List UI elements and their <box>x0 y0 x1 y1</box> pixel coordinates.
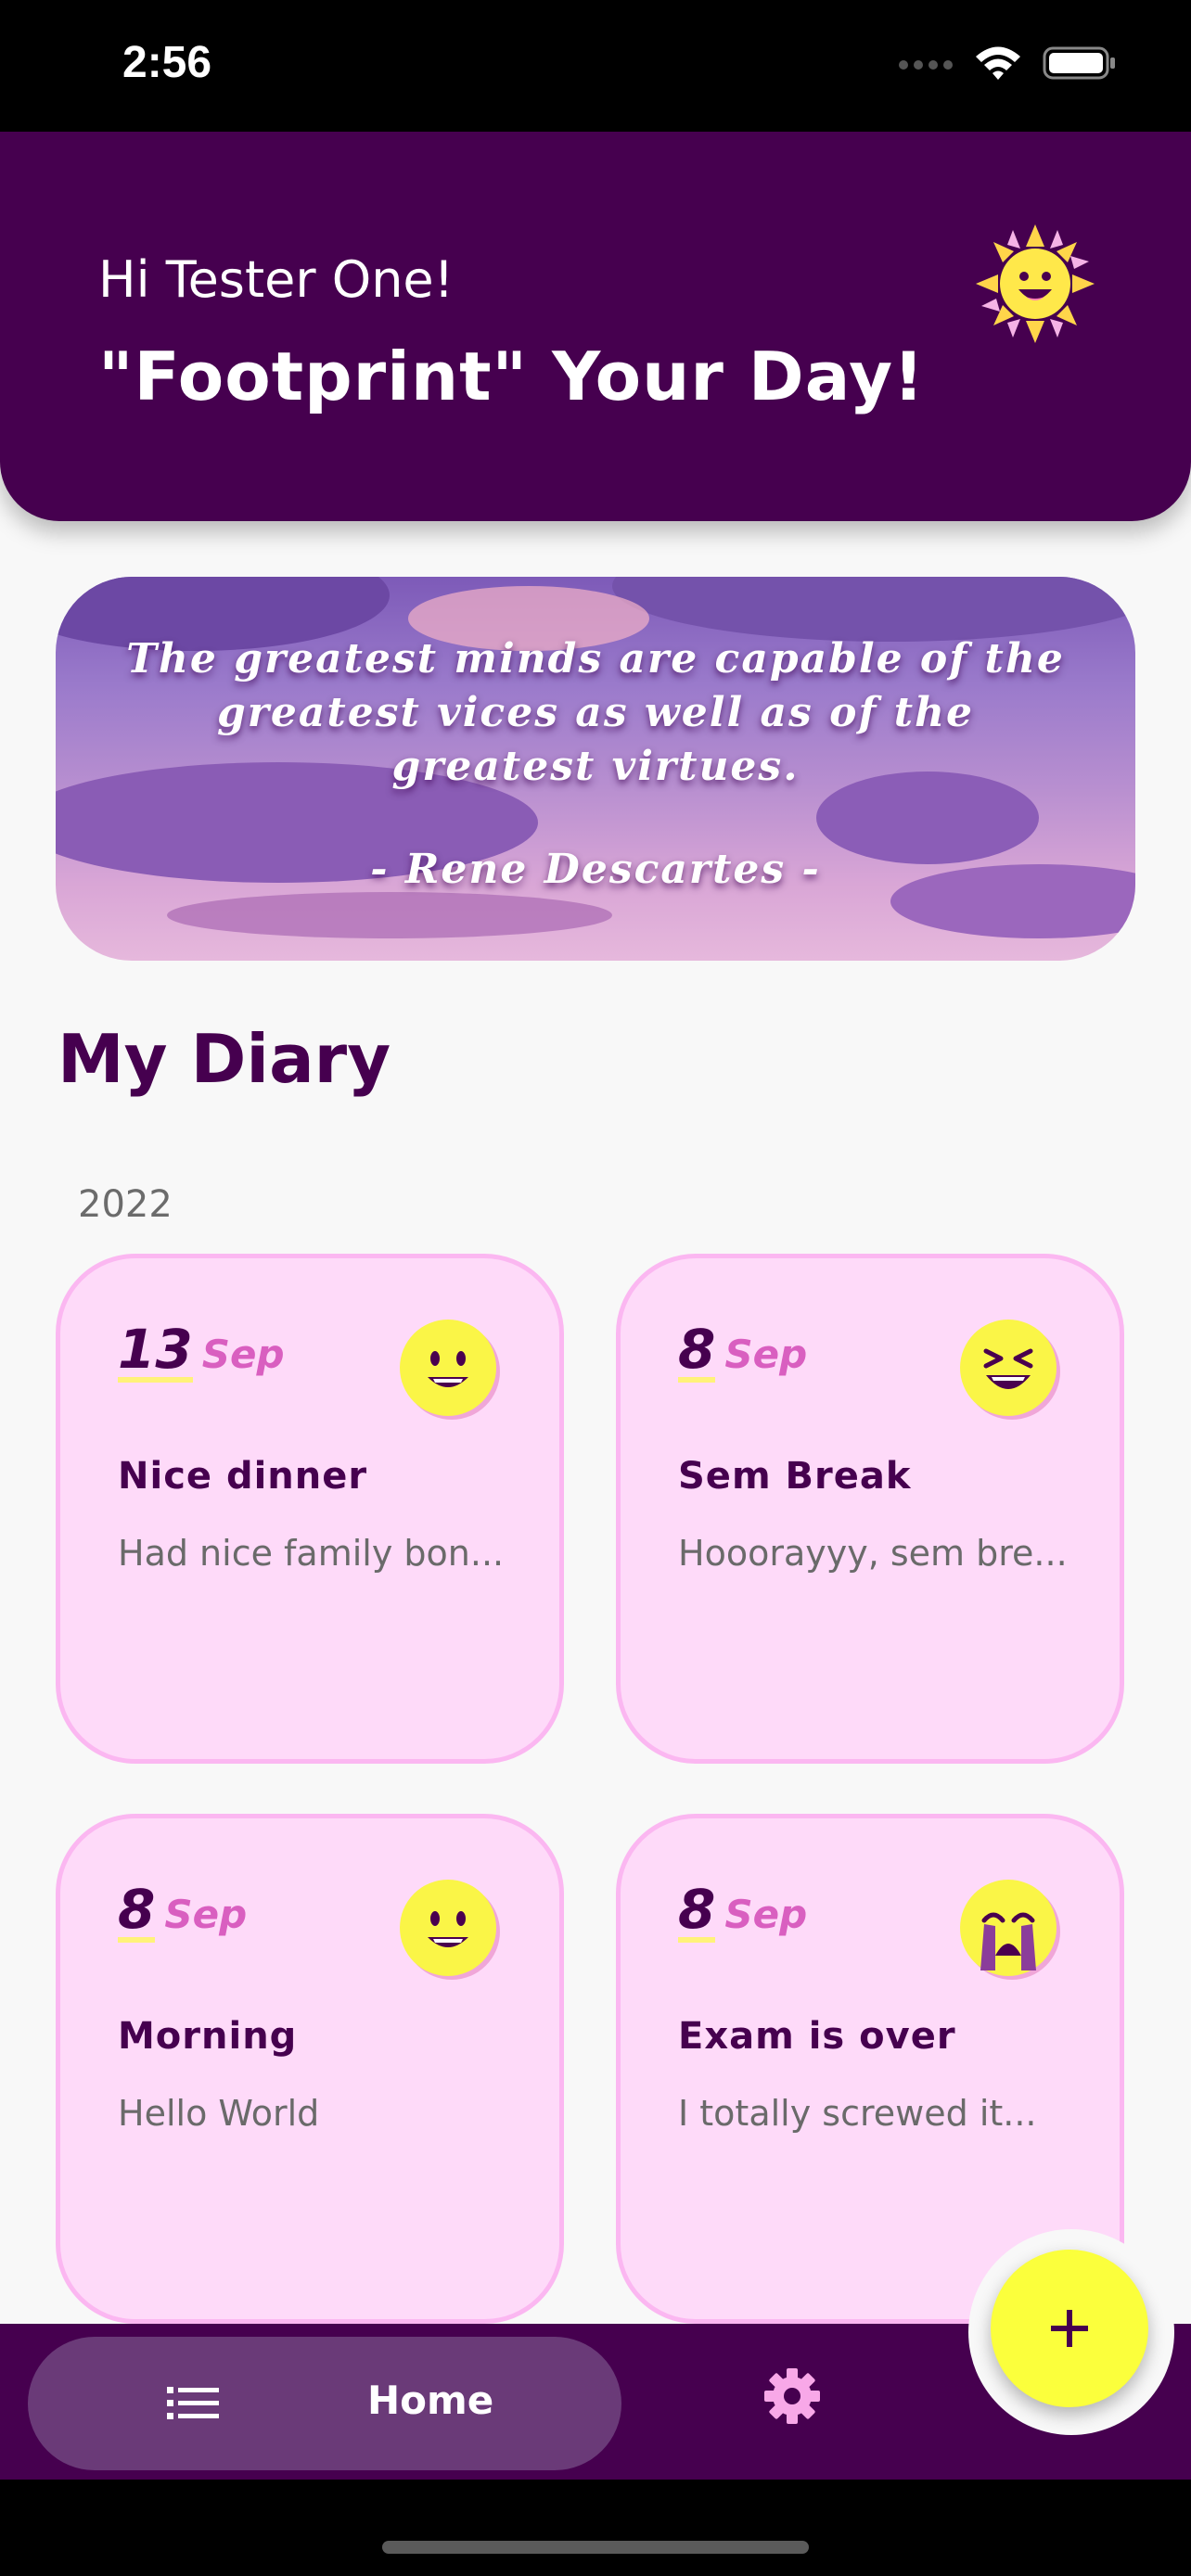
home-indicator[interactable] <box>382 2541 809 2554</box>
date-month: Sep <box>724 1892 808 1937</box>
sun-icon <box>976 224 1095 343</box>
signal-icon <box>899 60 953 70</box>
card-preview: Had nice family bon... <box>118 1533 505 1574</box>
card-title: Nice dinner <box>118 1455 368 1498</box>
gear-icon[interactable] <box>761 2365 824 2428</box>
card-preview: Hello World <box>118 2093 320 2134</box>
card-date: 8 Sep <box>118 1878 248 1943</box>
diary-card[interactable]: 13 Sep Nice dinner Had nice family bon..… <box>56 1254 564 1764</box>
diary-card[interactable]: 8 Sep Morning Hello World <box>56 1814 564 2324</box>
cloud-decoration <box>167 892 612 938</box>
battery-icon <box>1043 46 1115 80</box>
crying-emoji-icon <box>960 1880 1060 1980</box>
home-bar-area <box>0 2480 1191 2576</box>
plus-icon <box>1051 2310 1088 2347</box>
section-title: My Diary <box>58 1020 391 1098</box>
date-month: Sep <box>201 1332 285 1377</box>
date-month: Sep <box>724 1332 808 1377</box>
date-day: 8 <box>678 1878 716 1943</box>
smile-emoji-icon <box>400 1880 500 1980</box>
diary-card[interactable]: 8 Sep Sem Break Hooorayyy, sem bre... <box>616 1254 1124 1764</box>
quote-author: - Rene Descartes - <box>370 846 821 893</box>
quote-banner: The greatest minds are capable of the gr… <box>56 577 1135 961</box>
card-date: 8 Sep <box>678 1878 808 1943</box>
status-icons <box>898 45 1117 82</box>
quote-text: The greatest minds are capable of the gr… <box>126 635 1065 790</box>
greeting: Hi Tester One! <box>98 250 455 309</box>
card-title: Morning <box>118 2015 298 2058</box>
nav-home-label: Home <box>367 2378 494 2423</box>
nav-home-tab[interactable]: Home <box>28 2337 621 2470</box>
date-day: 13 <box>118 1318 193 1383</box>
wifi-icon <box>976 46 1020 80</box>
laughing-emoji-icon <box>960 1320 1060 1420</box>
date-day: 8 <box>118 1878 156 1943</box>
status-bar: 2:56 <box>0 0 1191 132</box>
year-label: 2022 <box>78 1183 173 1226</box>
header: Hi Tester One! "Footprint" Your Day! <box>0 132 1191 521</box>
card-date: 13 Sep <box>118 1318 285 1383</box>
date-month: Sep <box>164 1892 248 1937</box>
date-day: 8 <box>678 1318 716 1383</box>
add-entry-button[interactable] <box>991 2250 1148 2407</box>
card-date: 8 Sep <box>678 1318 808 1383</box>
card-preview: I totally screwed it... <box>678 2093 1037 2134</box>
smile-emoji-icon <box>400 1320 500 1420</box>
list-icon <box>167 2387 219 2419</box>
card-preview: Hooorayyy, sem bre... <box>678 1533 1068 1574</box>
card-title: Sem Break <box>678 1455 912 1498</box>
headline: "Footprint" Your Day! <box>98 338 925 415</box>
card-title: Exam is over <box>678 2015 956 2058</box>
status-time: 2:56 <box>122 38 212 87</box>
